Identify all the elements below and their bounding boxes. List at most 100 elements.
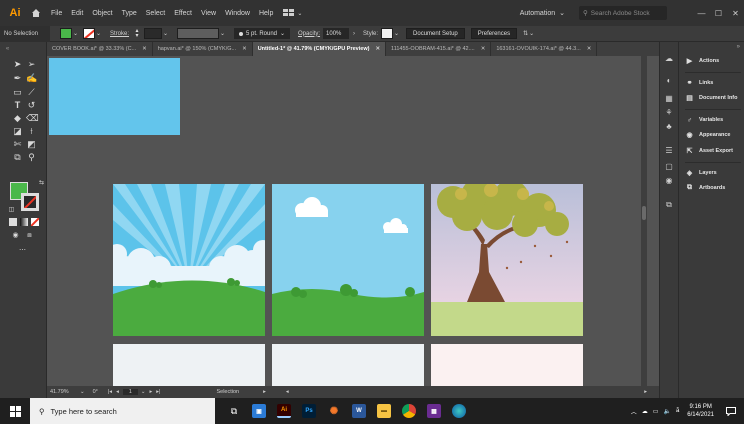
stroke-color-swatch[interactable] xyxy=(21,193,39,211)
libraries-icon[interactable]: ☁ xyxy=(663,54,675,64)
photoshop-taskbar-icon[interactable]: Ps xyxy=(298,398,320,424)
close-button[interactable]: ✕ xyxy=(727,9,744,18)
vertical-scrollbar[interactable] xyxy=(641,56,647,386)
tab-163161[interactable]: 163161-OVOUIK-174.ai* @ 44.3... ✕ xyxy=(491,42,598,56)
brushes-icon[interactable]: ⚘ xyxy=(663,108,675,118)
properties-icon[interactable]: ⧉ xyxy=(663,200,675,210)
transform-icon[interactable]: ▢ xyxy=(663,162,675,172)
zoom-level[interactable]: 41.79% xyxy=(50,389,78,395)
edge-taskbar-icon[interactable] xyxy=(448,398,470,424)
gradient-tool-icon[interactable]: ◩ xyxy=(26,139,37,150)
menu-select[interactable]: Select xyxy=(146,10,165,17)
blue-rectangle-shape[interactable] xyxy=(49,58,180,135)
screen-mode-icon[interactable]: ⧈ xyxy=(24,230,35,241)
panel-variables[interactable]: ♂ Variables xyxy=(685,113,723,127)
zoom-tool-icon[interactable]: ⚲ xyxy=(26,152,37,163)
pen-tool-icon[interactable]: ✒ xyxy=(12,73,23,84)
chevron-down-icon[interactable]: ⌄ xyxy=(72,28,79,39)
collapse-icon[interactable]: « xyxy=(2,44,13,55)
menu-help[interactable]: Help xyxy=(259,10,273,17)
language-icon[interactable]: ã xyxy=(676,408,679,414)
artboard-sun-rays[interactable] xyxy=(113,184,265,336)
panel-links[interactable]: ⚭ Links xyxy=(685,76,714,90)
chevron-down-icon[interactable]: ⌄ xyxy=(95,28,102,39)
graphic-style-swatch[interactable] xyxy=(381,28,394,39)
blender-taskbar-icon[interactable]: ✺ xyxy=(323,398,345,424)
close-icon[interactable]: ✕ xyxy=(587,46,592,52)
direct-selection-tool-icon[interactable]: ➢ xyxy=(26,59,37,70)
rectangle-tool-icon[interactable]: ▭ xyxy=(12,87,23,98)
variable-width-profile[interactable] xyxy=(177,28,220,39)
eyedropper-tool-icon[interactable]: ⟊ xyxy=(26,126,37,137)
pathfinder-icon[interactable]: ◉ xyxy=(663,176,675,186)
opacity-input[interactable]: 100% xyxy=(323,28,350,39)
chevron-down-icon[interactable]: ⌄ xyxy=(141,389,146,395)
menu-type[interactable]: Type xyxy=(122,10,137,17)
workspace-switcher[interactable]: Automation ⌄ xyxy=(520,9,565,18)
none-mode-icon[interactable] xyxy=(31,218,39,226)
stock-search-input[interactable]: ⚲ Search Adobe Stock xyxy=(579,6,667,20)
menu-window[interactable]: Window xyxy=(225,10,250,17)
battery-icon[interactable]: ▭ xyxy=(653,408,659,415)
last-artboard-icon[interactable]: ▸| xyxy=(156,389,160,395)
swatches-icon[interactable]: ▦ xyxy=(663,94,675,104)
chevron-down-icon[interactable]: ⌄ xyxy=(219,28,226,39)
notification-icon[interactable] xyxy=(724,398,738,424)
chevron-down-icon[interactable]: ⌄ xyxy=(80,389,85,395)
first-artboard-icon[interactable]: |◂ xyxy=(108,389,112,395)
taskbar-search-input[interactable]: ⚲ Type here to search xyxy=(30,398,215,424)
minimize-button[interactable]: — xyxy=(693,9,710,18)
artboard-bottom-1[interactable] xyxy=(113,344,265,386)
start-button[interactable] xyxy=(0,398,30,424)
close-icon[interactable]: ✕ xyxy=(142,46,147,52)
store-icon[interactable]: ▣ xyxy=(248,398,270,424)
scroll-right-icon[interactable]: ▸ xyxy=(644,389,647,395)
chevron-down-icon[interactable]: ⌄ xyxy=(393,28,400,39)
close-icon[interactable]: ✕ xyxy=(481,46,486,52)
panel-asset-export[interactable]: ⇱ Asset Export xyxy=(685,144,733,158)
swap-colors-icon[interactable]: ⇆ xyxy=(36,178,47,189)
draw-normal-icon[interactable]: ◉ xyxy=(10,230,21,241)
home-icon[interactable] xyxy=(30,7,42,19)
volume-icon[interactable]: 🔈 xyxy=(663,408,670,415)
paintbrush-tool-icon[interactable]: ⟋ xyxy=(26,87,37,98)
next-artboard-icon[interactable]: ▸ xyxy=(150,389,153,395)
curvature-tool-icon[interactable]: ✍ xyxy=(26,73,37,84)
artboard-clouds-hills[interactable] xyxy=(272,184,424,336)
shape-builder-tool-icon[interactable]: ✄ xyxy=(12,139,23,150)
chevron-up-icon[interactable]: ︿ xyxy=(631,407,637,416)
tab-untitled-1[interactable]: Untitled-1* @ 41.79% (CMYK/GPU Preview) ✕ xyxy=(252,42,387,56)
rotate-tool-icon[interactable]: ↺ xyxy=(26,100,37,111)
shaper-tool-icon[interactable]: ◆ xyxy=(12,113,23,124)
close-icon[interactable]: ✕ xyxy=(375,46,380,52)
fill-swatch[interactable] xyxy=(60,28,72,39)
artboard-tool-icon[interactable]: ⧉ xyxy=(12,152,23,163)
panel-layers[interactable]: ◈ Layers xyxy=(685,166,717,180)
scrollbar-thumb[interactable] xyxy=(642,206,646,220)
menu-effect[interactable]: Effect xyxy=(174,10,192,17)
stroke-weight-stepper[interactable]: ▴ ▾ xyxy=(133,28,141,39)
preferences-button[interactable]: Preferences xyxy=(470,28,518,39)
panel-actions[interactable]: ▶ Actions xyxy=(685,54,719,68)
maximize-button[interactable]: ☐ xyxy=(710,9,727,18)
canvas[interactable] xyxy=(47,56,647,386)
stroke-swatch[interactable] xyxy=(83,28,95,39)
clock[interactable]: 9:16 PM 6/14/2021 xyxy=(687,403,714,419)
rotation-value[interactable]: 0° xyxy=(93,389,98,395)
type-tool-icon[interactable]: T xyxy=(12,100,23,111)
menu-edit[interactable]: Edit xyxy=(71,10,83,17)
tab-cover-book[interactable]: COVER BOOK.ai* @ 33.33% (C... ✕ xyxy=(47,42,153,56)
panel-appearance[interactable]: ◉ Appearance xyxy=(685,128,730,142)
word-taskbar-icon[interactable]: W xyxy=(348,398,370,424)
width-tool-icon[interactable]: ◪ xyxy=(12,126,23,137)
chevron-right-icon[interactable]: ▸ xyxy=(263,389,266,395)
document-setup-button[interactable]: Document Setup xyxy=(406,28,465,39)
task-view-icon[interactable]: ⧉ xyxy=(223,398,245,424)
tab-111455[interactable]: 111455-OOBRAM-415.ai* @ 42.... ✕ xyxy=(386,42,492,56)
gradient-mode-icon[interactable] xyxy=(20,218,28,226)
scroll-left-icon[interactable]: ◂ xyxy=(286,389,289,395)
file-explorer-taskbar-icon[interactable]: ▬ xyxy=(373,398,395,424)
stroke-label[interactable]: Stroke: xyxy=(110,31,129,37)
photos-taskbar-icon[interactable]: ▦ xyxy=(423,398,445,424)
chevron-down-icon[interactable]: ⌄ xyxy=(528,28,535,39)
